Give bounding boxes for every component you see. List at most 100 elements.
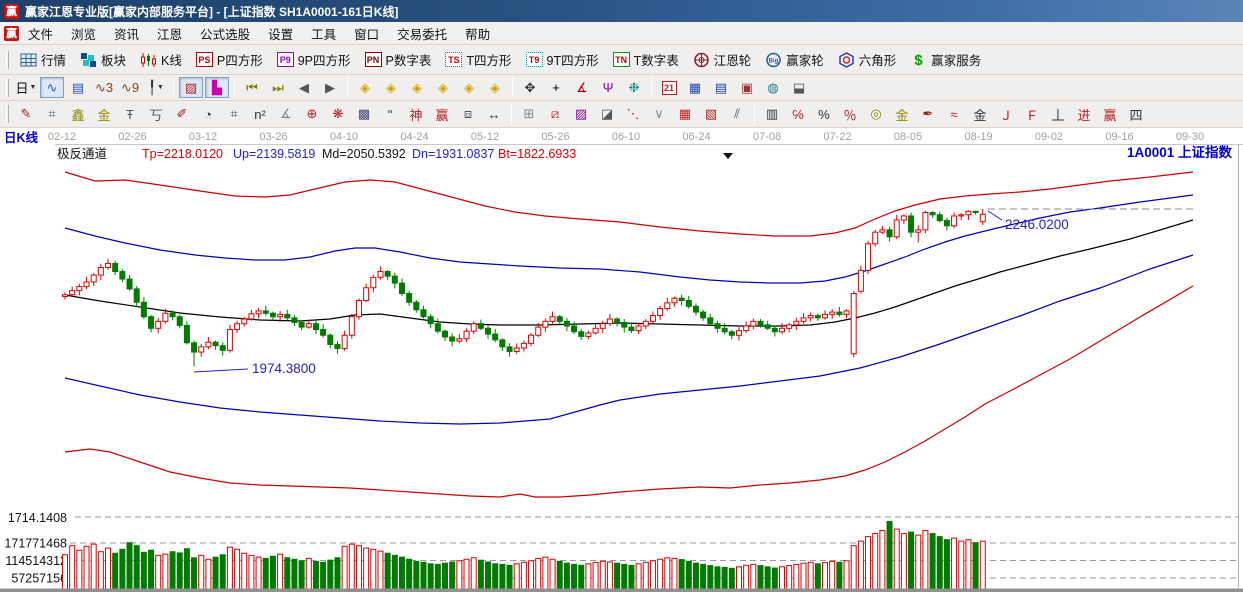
menu-item-9[interactable]: 帮助	[456, 21, 499, 46]
draw-fan-lines[interactable]: ⋱	[621, 104, 645, 125]
draw-knife[interactable]: ✎	[14, 104, 38, 125]
draw-web-target[interactable]: ❋	[326, 104, 350, 125]
chart-area[interactable]: 日K线 02-12 02-26 03-12 03-26 04-10 04-24 05-12 05…	[0, 128, 1243, 593]
btn-move-left[interactable]: ◈	[353, 77, 377, 98]
draw-percent[interactable]: %	[812, 104, 836, 125]
btn-winner-service[interactable]: $ 赢家服务	[903, 47, 988, 72]
menu-item-5[interactable]: 设置	[259, 21, 302, 46]
btn-notepad[interactable]: ▤	[709, 77, 733, 98]
btn-t-square[interactable]: TS T四方形	[438, 47, 518, 72]
btn-terminal[interactable]: ⬓	[787, 77, 811, 98]
btn-t-table[interactable]: TN T数字表	[606, 47, 686, 72]
draw-wave-box[interactable]: ≈	[942, 104, 966, 125]
btn-p-square[interactable]: PS P四方形	[189, 47, 270, 72]
volume-bar	[707, 565, 714, 591]
draw-grid-red-2[interactable]: ▧	[699, 104, 723, 125]
btn-volume-profile[interactable]: ▙	[205, 77, 229, 98]
draw-percent-frac[interactable]: ℅	[786, 104, 810, 125]
btn-p-square-label: P四方形	[216, 54, 263, 68]
btn-next[interactable]: ▶	[318, 77, 342, 98]
draw-grid-target[interactable]: ▩	[352, 104, 376, 125]
draw-slash-lines[interactable]: ⫽	[725, 104, 749, 125]
candle-body	[958, 214, 965, 217]
draw-gold-grid-1[interactable]: 鑫	[66, 104, 90, 125]
draw-k-mark[interactable]: ʺ	[378, 104, 402, 125]
draw-win-tool[interactable]: 赢	[430, 104, 454, 125]
draw-grid-red-1[interactable]: ▦	[673, 104, 697, 125]
menu-item-4[interactable]: 公式选股	[191, 21, 259, 46]
draw-pen-ruler[interactable]: ✐	[170, 104, 194, 125]
btn-last-page[interactable]: ⏭	[266, 77, 290, 98]
btn-wave-9[interactable]: ∿9	[118, 77, 142, 98]
draw-span-h[interactable]: ↔	[482, 104, 506, 125]
btn-angle-tool[interactable]: ∡	[570, 77, 594, 98]
menu-item-1[interactable]: 浏览	[62, 21, 105, 46]
draw-si-line[interactable]: 四	[1124, 104, 1148, 125]
draw-t-diag[interactable]: 丄	[1046, 104, 1070, 125]
kline-chart-canvas[interactable]: 日K线 02-12 02-26 03-12 03-26 04-10 04-24 05-12 05…	[0, 128, 1243, 593]
draw-stat-box[interactable]: ▥	[760, 104, 784, 125]
draw-ruler-123[interactable]: ⧈	[456, 104, 480, 125]
btn-winner-wheel[interactable]: Big 赢家轮	[758, 47, 831, 72]
btn-overlay-mode[interactable]: ∿	[40, 77, 64, 98]
draw-grid-2[interactable]: ⌗	[222, 104, 246, 125]
draw-pencil-box[interactable]: ◪	[595, 104, 619, 125]
btn-9t-square[interactable]: T9 9T四方形	[519, 47, 606, 72]
draw-brush[interactable]: ✒	[916, 104, 940, 125]
draw-n-square[interactable]: n²	[248, 104, 272, 125]
btn-reset-view[interactable]: ◈	[483, 77, 507, 98]
draw-angle-a[interactable]: ∡	[274, 104, 298, 125]
draw-box-target[interactable]: ⊞	[517, 104, 541, 125]
draw-jin-diag[interactable]: 进	[1072, 104, 1096, 125]
draw-circle-arc[interactable]: ◔	[196, 104, 220, 125]
btn-kline[interactable]: K线	[133, 47, 189, 72]
btn-prev[interactable]: ◀	[292, 77, 316, 98]
draw-spiral[interactable]: 丂	[144, 104, 168, 125]
btn-sectors[interactable]: 板块	[73, 47, 133, 72]
menu-item-8[interactable]: 交易委托	[388, 21, 456, 46]
draw-shen-tool[interactable]: 神	[404, 104, 428, 125]
draw-circle-target[interactable]: ⊕	[300, 104, 324, 125]
btn-gann-map[interactable]: ▨	[179, 77, 203, 98]
draw-grid-time[interactable]: ⌗	[40, 104, 64, 125]
draw-win-diag[interactable]: 赢	[1098, 104, 1122, 125]
btn-save[interactable]: ▣	[735, 77, 759, 98]
btn-period-day[interactable]: 日 ▼	[14, 77, 38, 98]
draw-f-line[interactable]: Ｆ	[1020, 104, 1044, 125]
draw-j-line[interactable]: Ｊ	[994, 104, 1018, 125]
btn-move-right[interactable]: ◈	[379, 77, 403, 98]
btn-crosshair[interactable]: +	[544, 77, 568, 98]
draw-gold-line[interactable]: 金	[890, 104, 914, 125]
draw-gold-diag[interactable]: 金	[968, 104, 992, 125]
btn-gann-shape[interactable]: Ψ	[596, 77, 620, 98]
btn-pattern-tool[interactable]: ❉	[622, 77, 646, 98]
btn-9p-square[interactable]: P9 9P四方形	[270, 47, 358, 72]
btn-web-sync[interactable]: ◍	[761, 77, 785, 98]
btn-p-table[interactable]: PN P数字表	[358, 47, 439, 72]
menu-item-3[interactable]: 江恩	[148, 21, 191, 46]
btn-calculator[interactable]: ▦	[683, 77, 707, 98]
btn-calendar-21[interactable]: 21	[657, 77, 681, 98]
menu-item-2[interactable]: 资讯	[105, 21, 148, 46]
draw-v-line[interactable]: ∨	[647, 104, 671, 125]
menu-item-6[interactable]: 工具	[302, 21, 345, 46]
menu-item-7[interactable]: 窗口	[345, 21, 388, 46]
btn-quotes[interactable]: 行情	[13, 47, 73, 72]
btn-shrink-h[interactable]: ◈	[431, 77, 455, 98]
btn-expand-h[interactable]: ◈	[405, 77, 429, 98]
draw-fan-red[interactable]: ⧄	[543, 104, 567, 125]
btn-expand-all[interactable]: ◈	[457, 77, 481, 98]
btn-candle-style[interactable]: ╿ ▼	[144, 77, 168, 98]
draw-gold-grid-2[interactable]: 金	[92, 104, 116, 125]
btn-hexagon[interactable]: 六角形	[831, 47, 904, 72]
draw-fan-box[interactable]: ▨	[569, 104, 593, 125]
draw-f-grid[interactable]: Ŧ	[118, 104, 142, 125]
btn-info-panel[interactable]: ▤	[66, 77, 90, 98]
draw-percent-line[interactable]: ％	[838, 104, 862, 125]
btn-wave-3[interactable]: ∿3	[92, 77, 116, 98]
btn-first-page[interactable]: ⏮	[240, 77, 264, 98]
menu-item-0[interactable]: 文件	[19, 21, 62, 46]
btn-hand-tool[interactable]: ✥	[518, 77, 542, 98]
btn-gann-wheel[interactable]: 江恩轮	[686, 47, 759, 72]
draw-gold-circle[interactable]: ◎	[864, 104, 888, 125]
